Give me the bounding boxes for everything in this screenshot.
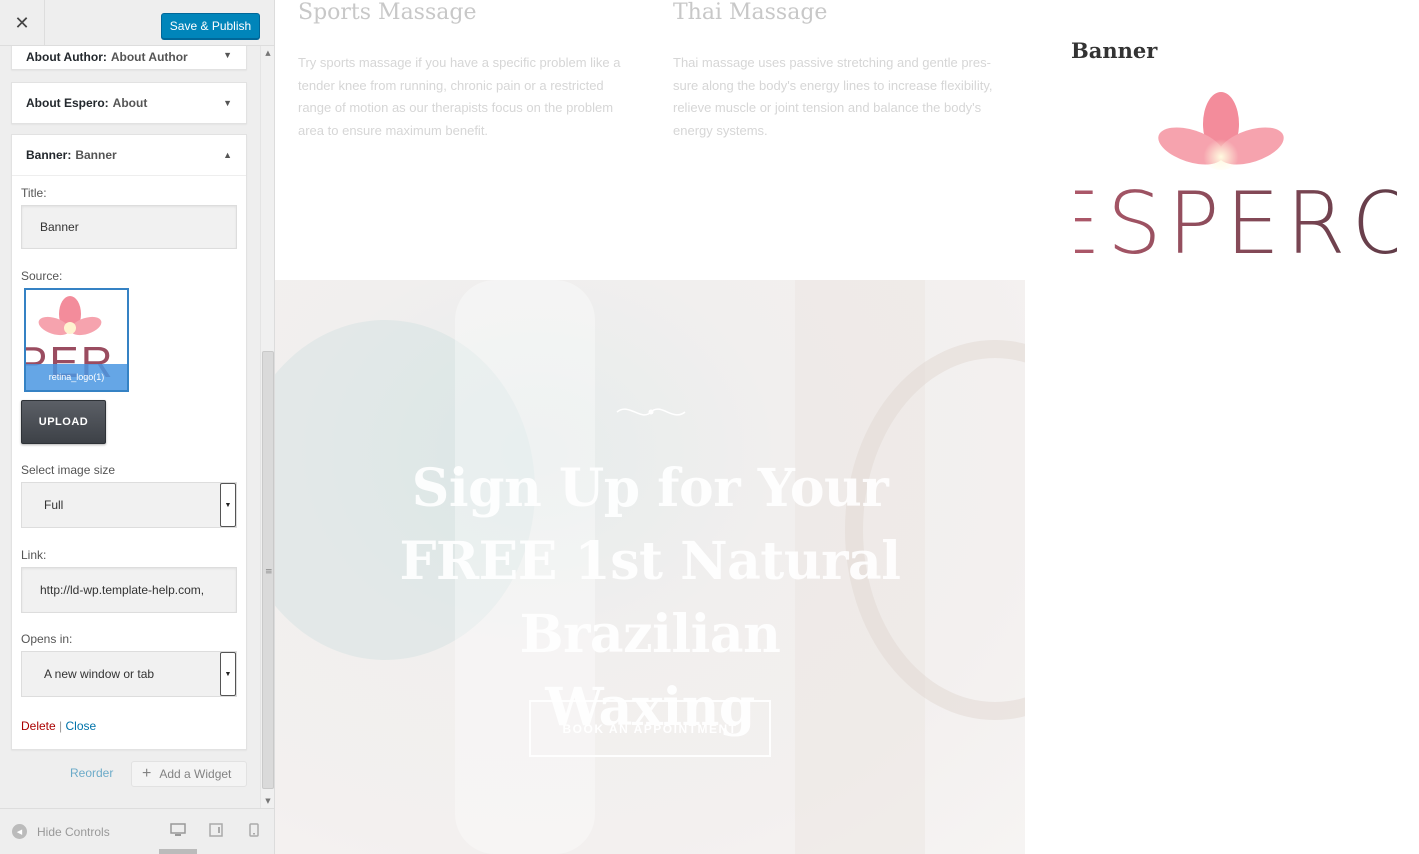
sidebar-scrollbar[interactable]: ▲ ≡ ▼ xyxy=(260,46,274,808)
widget-about-espero[interactable]: About Espero: About ▼ xyxy=(11,82,247,124)
widget-about-author[interactable]: About Author: About Author ▼ xyxy=(11,46,247,70)
widget-title: About Author xyxy=(110,50,188,64)
hero-heading-line: FREE 1st Natural Brazilian xyxy=(399,531,901,665)
service-description: Try sports massage if you have a specifi… xyxy=(298,55,621,138)
scrollbar-thumb[interactable]: ≡ xyxy=(262,351,274,789)
reorder-link[interactable]: Reorder xyxy=(70,766,113,780)
widget-type: Banner: xyxy=(26,148,72,162)
widgets-panel: About Author: About Author ▼ About Esper… xyxy=(0,46,260,816)
widget-title: About xyxy=(112,96,148,110)
lotus-icon xyxy=(38,296,102,336)
thumbnail-caption: retina_logo(1) xyxy=(26,364,127,390)
title-label: Title: xyxy=(21,186,47,200)
chevron-down-icon[interactable]: ▼ xyxy=(223,50,232,60)
widget-header[interactable]: Banner: Banner ▲ xyxy=(12,135,246,175)
grip-icon: ≡ xyxy=(265,567,273,577)
customizer-header: ✕ Save & Publish xyxy=(0,0,274,46)
opens-in-value: A new window or tab xyxy=(44,667,155,681)
collapse-arrow-icon: ◀ xyxy=(12,824,27,839)
close-customizer-button[interactable]: ✕ xyxy=(0,0,45,46)
add-widget-button[interactable]: + Add a Widget xyxy=(131,761,247,787)
add-widget-label: Add a Widget xyxy=(159,767,232,781)
widget-header[interactable]: About Author: About Author ▼ xyxy=(12,46,246,69)
image-size-label: Select image size xyxy=(21,463,116,477)
widget-title: Banner xyxy=(75,148,117,162)
signup-hero-section: Sign Up for Your FREE 1st Natural Brazil… xyxy=(275,280,1025,854)
espero-logo: ESPERO xyxy=(1075,92,1397,262)
hide-controls-label: Hide Controls xyxy=(37,824,110,839)
source-image-thumbnail[interactable]: PER retina_logo(1) xyxy=(24,288,129,392)
source-label: Source: xyxy=(21,269,63,283)
site-preview: Sports Massage Try sports massage if you… xyxy=(275,0,1419,854)
service-description: Thai massage uses passive stretching and… xyxy=(673,55,993,138)
link-input[interactable]: http://ld-wp.template-help.com, xyxy=(21,567,237,613)
link-label: Link: xyxy=(21,548,47,562)
hero-heading-line: Sign Up for Your xyxy=(411,458,889,519)
widget-type: About Espero: xyxy=(26,96,109,110)
dropdown-arrow-icon[interactable]: ▼ xyxy=(220,483,236,527)
widget-header[interactable]: About Espero: About ▼ xyxy=(12,83,246,123)
plus-icon: + xyxy=(142,765,152,782)
chevron-down-icon[interactable]: ▼ xyxy=(223,98,232,108)
widget-type: About Author: xyxy=(26,50,107,64)
opens-in-select[interactable]: A new window or tab ▼ xyxy=(21,651,237,697)
banner-widget-form: Title: Banner Source: PER retina_logo(1) xyxy=(12,175,246,733)
hide-controls-button[interactable]: ◀ Hide Controls xyxy=(12,824,110,839)
service-title: Sports Massage xyxy=(298,0,477,25)
ornament-flourish-icon xyxy=(616,408,686,416)
save-publish-button[interactable]: Save & Publish xyxy=(161,13,260,39)
opens-in-label: Opens in: xyxy=(21,632,73,646)
delete-link[interactable]: Delete xyxy=(21,719,56,733)
customizer-sidebar: ✕ Save & Publish About Author: About Aut… xyxy=(0,0,275,854)
banner-widget-title: Banner xyxy=(1071,38,1158,63)
mobile-preview-icon[interactable] xyxy=(249,823,259,837)
image-size-select[interactable]: Full ▼ xyxy=(21,482,237,528)
desktop-preview-icon[interactable] xyxy=(170,823,186,837)
active-device-indicator xyxy=(159,849,197,854)
chevron-up-icon[interactable]: ▲ xyxy=(223,150,232,160)
lotus-icon xyxy=(1158,92,1284,170)
close-link[interactable]: Close xyxy=(65,719,96,733)
scroll-up-icon[interactable]: ▲ xyxy=(261,46,275,60)
book-appointment-button[interactable]: BOOK AN APPOINTMENT xyxy=(529,700,771,757)
dropdown-arrow-icon[interactable]: ▼ xyxy=(220,652,236,696)
close-icon: ✕ xyxy=(14,12,30,34)
customizer-footer: ◀ Hide Controls xyxy=(0,808,274,854)
scroll-down-icon[interactable]: ▼ xyxy=(261,794,275,808)
actions-separator: | xyxy=(55,719,66,733)
tablet-preview-icon[interactable] xyxy=(209,823,223,837)
widget-actions: Delete | Close xyxy=(21,719,237,733)
title-input[interactable]: Banner xyxy=(21,205,237,249)
upload-button[interactable]: UPLOAD xyxy=(21,400,106,444)
widget-banner: Banner: Banner ▲ Title: Banner Source: P… xyxy=(11,134,247,750)
service-title: Thai Massage xyxy=(673,0,828,25)
image-size-value: Full xyxy=(44,498,64,512)
logo-wordmark: ESPERO xyxy=(1075,174,1397,262)
